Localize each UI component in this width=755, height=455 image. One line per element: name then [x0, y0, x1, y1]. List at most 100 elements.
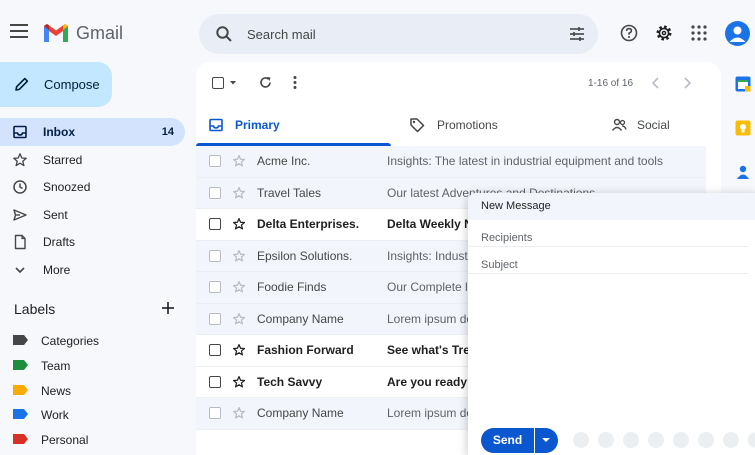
chevron-down-icon — [15, 266, 25, 273]
label-item-work[interactable]: Work — [0, 404, 190, 426]
email-checkbox[interactable] — [209, 407, 221, 419]
apps-grid-icon[interactable] — [690, 24, 708, 42]
mail-toolbar: 1-16 of 16 — [196, 62, 721, 104]
email-checkbox[interactable] — [209, 344, 221, 356]
tab-label: Social — [637, 118, 670, 132]
label-item-label: Work — [41, 408, 69, 422]
email-sender: Company Name — [257, 311, 344, 326]
sidebar-item-label: Inbox — [43, 125, 75, 139]
labels-heading: Labels — [14, 301, 56, 317]
attach-file-icon[interactable] — [598, 432, 614, 448]
label-tag-icon — [13, 360, 28, 370]
main-menu-icon[interactable] — [10, 24, 28, 38]
email-checkbox[interactable] — [209, 218, 221, 230]
label-item-personal[interactable]: Personal — [0, 429, 190, 451]
formatting-icon[interactable] — [573, 432, 589, 448]
email-checkbox[interactable] — [209, 186, 221, 199]
emoji-icon[interactable] — [648, 432, 664, 448]
sidebar-item-sent[interactable]: Sent — [0, 201, 190, 229]
email-row[interactable]: Acme Inc. Insights: The latest in industr… — [196, 146, 706, 178]
sidebar-nav: Inbox 14 Starred Snoozed Sent Drafts Mor — [0, 118, 190, 283]
send-options-dropdown[interactable] — [535, 428, 558, 453]
star-icon[interactable] — [232, 249, 246, 263]
sidebar-item-drafts[interactable]: Drafts — [0, 228, 190, 256]
email-checkbox[interactable] — [209, 375, 221, 388]
signature-icon[interactable] — [748, 432, 755, 448]
label-item-news[interactable]: News — [0, 380, 190, 402]
subject-field[interactable] — [481, 259, 731, 271]
star-icon[interactable] — [232, 154, 246, 168]
sidebar-item-starred[interactable]: Starred — [0, 146, 190, 174]
pencil-icon — [15, 77, 29, 91]
star-icon[interactable] — [232, 343, 246, 357]
label-item-label: Categories — [41, 334, 100, 348]
compose-window-title: New Message — [468, 193, 755, 220]
add-label-icon[interactable] — [160, 300, 176, 316]
app-brand: Gmail — [76, 23, 124, 43]
email-sender: Tech Savvy — [257, 374, 323, 389]
sidebar-item-label: Starred — [43, 152, 83, 167]
tab-social[interactable]: Social — [591, 104, 721, 146]
star-icon[interactable] — [232, 312, 246, 326]
gmail-logo — [44, 24, 68, 42]
help-icon[interactable] — [620, 24, 638, 42]
sidebar-item-inbox[interactable]: Inbox 14 — [0, 118, 185, 146]
select-all-checkbox[interactable] — [212, 77, 224, 89]
tab-label: Promotions — [437, 118, 498, 132]
tab-promotions[interactable]: Promotions — [391, 104, 591, 146]
top-bar: Gmail — [0, 0, 755, 64]
draft-icon — [14, 234, 26, 250]
label-item-label: News — [41, 384, 72, 398]
compose-button[interactable]: Compose — [0, 62, 112, 107]
star-icon[interactable] — [232, 375, 246, 389]
previous-page-icon[interactable] — [650, 76, 662, 90]
calendar-icon[interactable] — [735, 76, 751, 92]
sidebar-item-more[interactable]: More — [0, 256, 190, 284]
message-body-area[interactable] — [468, 274, 755, 414]
star-icon[interactable] — [232, 186, 246, 200]
sidebar-item-label: Sent — [43, 207, 68, 222]
sidebar-item-snoozed[interactable]: Snoozed — [0, 173, 190, 201]
email-checkbox[interactable] — [209, 312, 221, 325]
next-page-icon[interactable] — [681, 76, 693, 90]
pagination-text: 1-16 of 16 — [588, 78, 634, 89]
label-tag-icon — [13, 385, 28, 395]
recipients-row — [468, 220, 748, 247]
send-icon — [13, 208, 27, 221]
select-dropdown-icon[interactable] — [229, 80, 237, 86]
search-options-icon[interactable] — [568, 25, 586, 43]
contacts-icon[interactable] — [735, 164, 751, 180]
email-checkbox[interactable] — [209, 249, 221, 262]
drive-icon[interactable] — [673, 432, 689, 448]
category-tabs: Primary Promotions Social — [196, 104, 721, 146]
recipients-field[interactable] — [481, 232, 731, 244]
keep-icon[interactable] — [735, 120, 751, 136]
search-bar[interactable] — [199, 14, 598, 54]
star-icon — [13, 152, 27, 166]
label-item-categories[interactable]: Categories — [0, 330, 190, 352]
more-options-icon[interactable] — [292, 75, 298, 90]
tab-primary[interactable]: Primary — [196, 104, 391, 146]
star-icon[interactable] — [232, 217, 246, 231]
settings-gear-icon[interactable] — [655, 24, 673, 42]
person-icon — [729, 26, 746, 42]
email-checkbox[interactable] — [209, 281, 221, 293]
sidebar-item-label: More — [43, 262, 71, 277]
label-item-team[interactable]: Team — [0, 355, 190, 377]
search-icon[interactable] — [215, 25, 233, 43]
send-button[interactable]: Send — [481, 428, 534, 453]
insert-photo-icon[interactable] — [698, 432, 714, 448]
account-avatar[interactable] — [725, 21, 750, 46]
email-checkbox[interactable] — [209, 155, 221, 167]
star-icon[interactable] — [232, 280, 246, 294]
search-input[interactable] — [247, 24, 547, 44]
confidential-mode-icon[interactable] — [723, 432, 739, 448]
refresh-icon[interactable] — [258, 75, 273, 90]
compose-window: New Message Send — [468, 193, 755, 455]
tag-icon — [410, 118, 425, 133]
email-sender: Foodie Finds — [257, 280, 327, 294]
inbox-icon — [209, 118, 223, 132]
insert-link-icon[interactable] — [623, 432, 639, 448]
star-icon[interactable] — [232, 406, 246, 420]
label-item-label: Team — [41, 359, 71, 373]
